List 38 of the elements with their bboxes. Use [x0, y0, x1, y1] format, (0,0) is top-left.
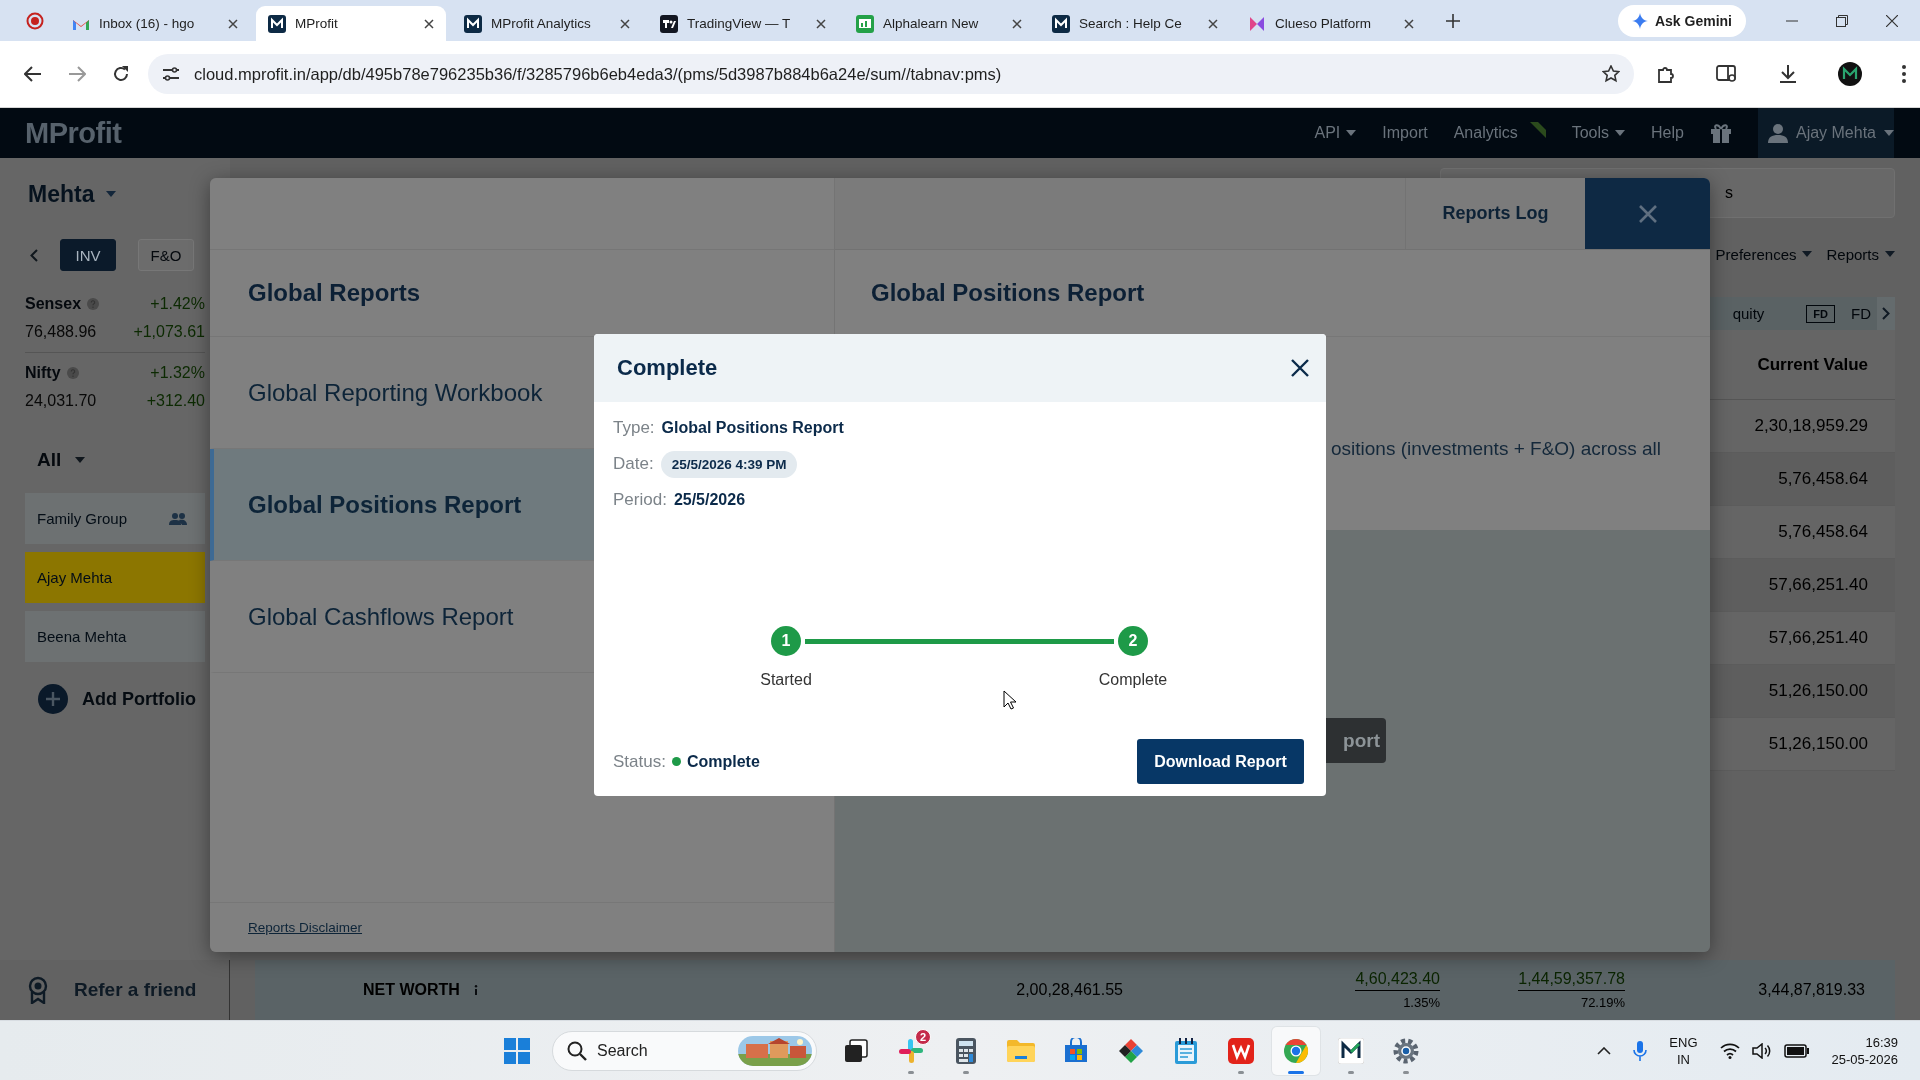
column-header: Current Value	[1756, 354, 1868, 376]
table-cell: 51,26,150.00	[1768, 681, 1868, 701]
index-value: 24,031.70	[25, 392, 97, 410]
index-value: 76,488.96	[25, 323, 97, 341]
index-name: Sensex	[25, 295, 82, 313]
net-worth-value: 3,44,87,819.33	[1758, 981, 1865, 999]
net-worth-percent: 1.35%	[1403, 995, 1440, 1010]
step-label: Complete	[1098, 671, 1168, 689]
net-worth-value: 2,00,28,461.55	[1016, 981, 1123, 999]
step-circle: 1	[771, 626, 801, 656]
index-change-percent: +1.32%	[150, 364, 205, 382]
report-description: ositions (investments + F&O) across all	[1331, 437, 1661, 460]
table-cell: 5,76,458.64	[1778, 469, 1868, 489]
date-badge: 25/5/2026 4:39 PM	[660, 450, 798, 478]
step-circle: 2	[1118, 626, 1148, 656]
field-label: Period:	[613, 490, 667, 510]
net-worth-value: 4,60,423.40	[1355, 970, 1440, 991]
field-label: Type:	[613, 418, 655, 438]
modal-title: Complete	[617, 355, 718, 381]
table-cell: 5,76,458.64	[1778, 522, 1868, 542]
net-worth-percent: 72.19%	[1580, 995, 1625, 1010]
status-label: Status:	[613, 751, 666, 772]
index-change: +312.40	[146, 392, 205, 410]
table-cell: 57,66,251.40	[1768, 628, 1868, 648]
index-name: Nifty	[25, 364, 61, 382]
index-change-percent: +1.42%	[150, 295, 205, 313]
net-worth-label: NET WORTH	[363, 981, 460, 999]
net-worth-value: 1,44,59,357.78	[1518, 970, 1625, 991]
table-cell: 51,26,150.00	[1768, 734, 1868, 754]
step-label: Started	[760, 671, 812, 689]
index-change: +1,073.61	[133, 323, 205, 341]
table-cell: 57,66,251.40	[1768, 575, 1868, 595]
field-value: 25/5/2026	[673, 491, 746, 509]
notification-badge: 2	[915, 1028, 931, 1045]
report-title: Global Positions Report	[835, 250, 1710, 337]
field-label: Date:	[613, 454, 654, 474]
status-value: Complete	[686, 752, 760, 771]
table-cell: 2,30,18,959.29	[1754, 416, 1868, 436]
